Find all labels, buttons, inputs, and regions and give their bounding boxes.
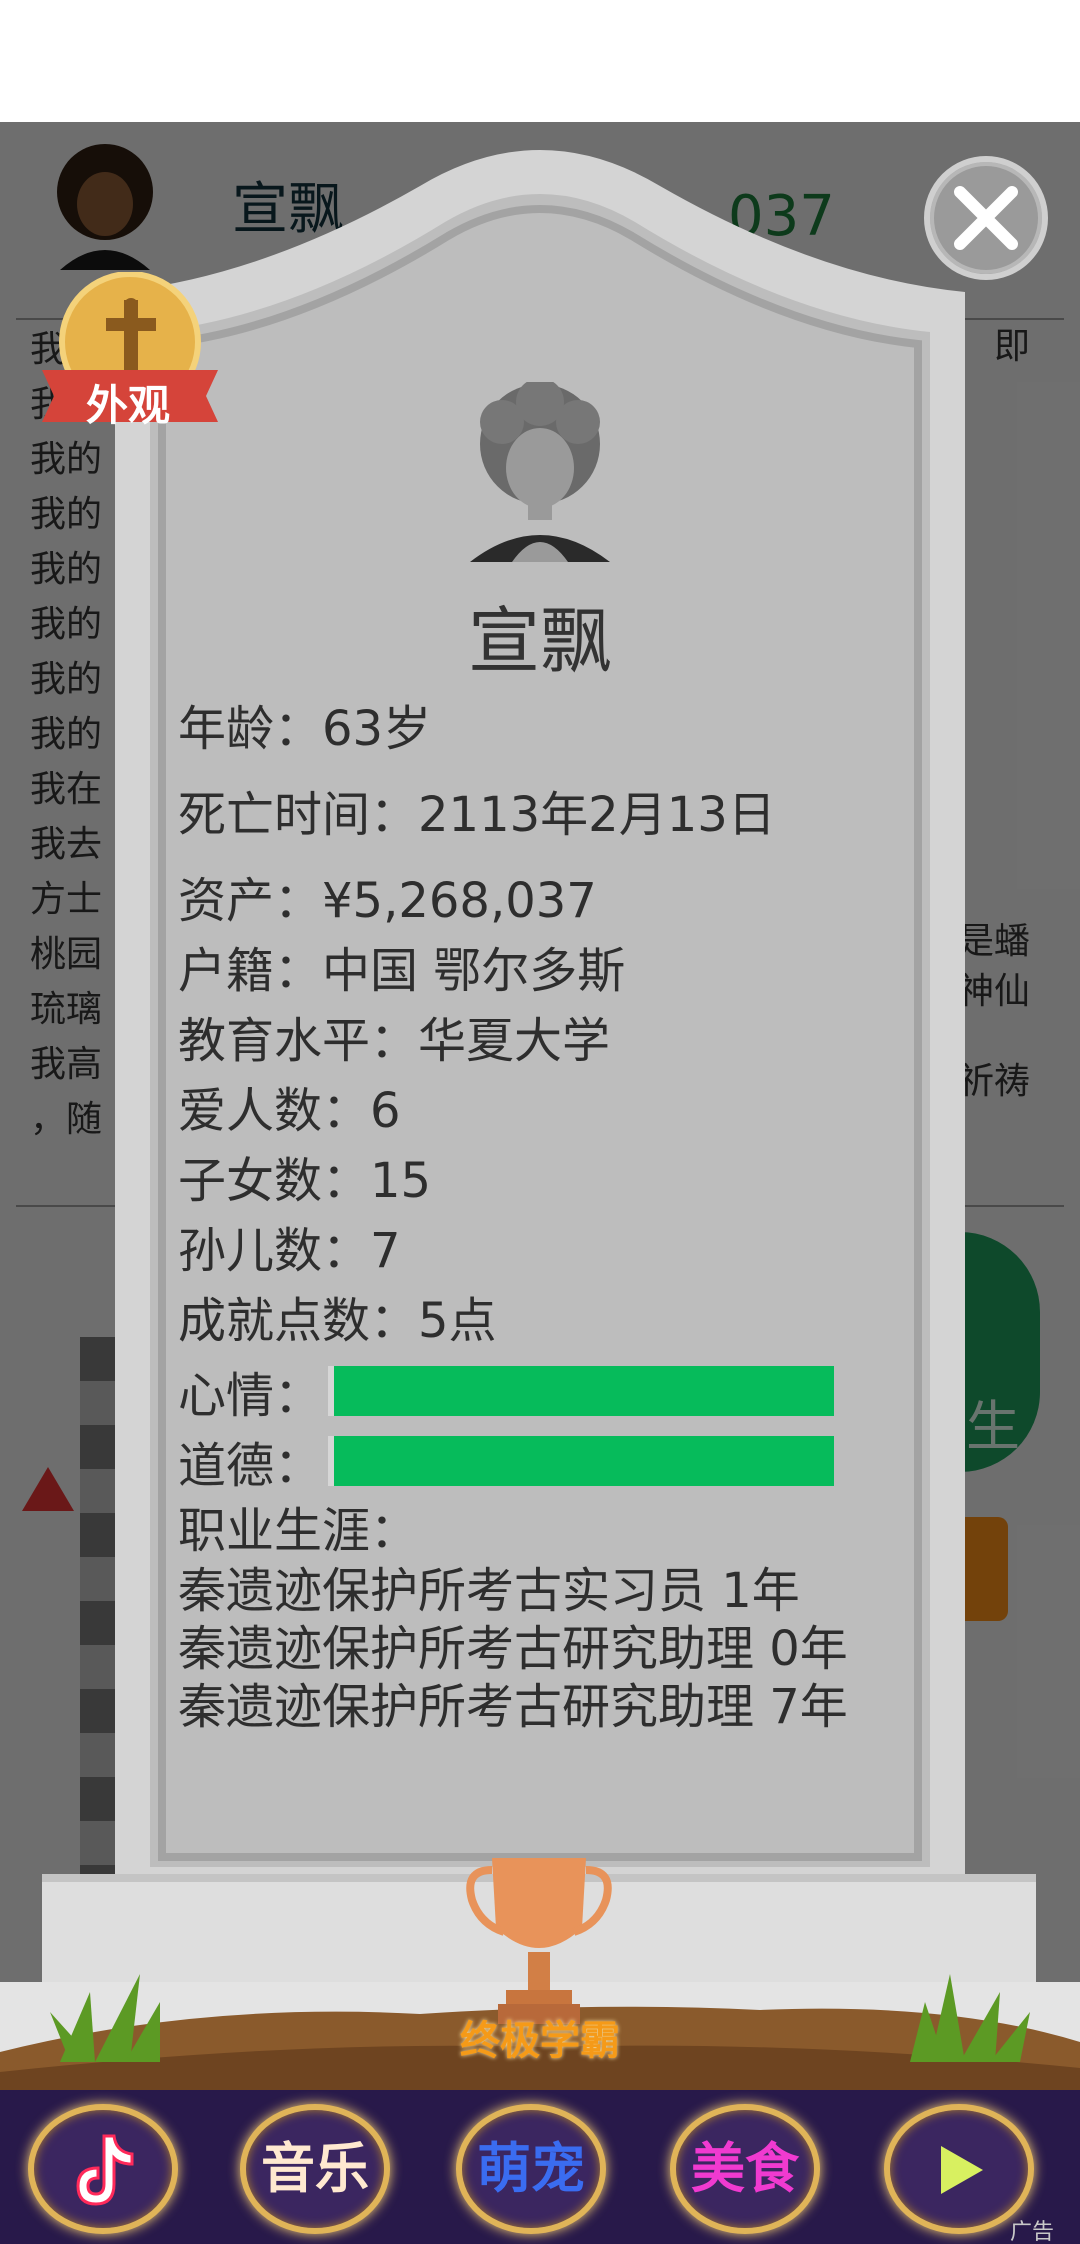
ad-bar: 音乐 萌宠 美食	[0, 2090, 1080, 2244]
ad-tag: 广告	[1010, 2220, 1055, 2244]
field-children: 子女数：15	[178, 1153, 432, 1209]
field-death-time: 死亡时间：2113年2月13日	[178, 787, 776, 843]
status-area	[0, 0, 1080, 122]
field-achievement-points: 成就点数：5点	[178, 1293, 497, 1349]
field-age: 年龄：63岁	[178, 701, 432, 757]
mood-bar-fill	[334, 1366, 834, 1416]
close-button[interactable]	[924, 156, 1048, 280]
deceased-avatar	[470, 382, 610, 562]
tombstone-modal: 宣飘 年龄：63岁 死亡时间：2113年2月13日 资产：¥5,268,037 …	[0, 122, 1080, 2090]
morality-bar-track	[328, 1436, 834, 1486]
career-item: 秦遗迹保护所考古研究助理 7年	[178, 1679, 848, 1735]
morality-bar-fill	[334, 1436, 834, 1486]
ad-button-food[interactable]: 美食	[670, 2104, 820, 2234]
app-root: 宣飘 037 我我的我的我的我的我的我的我的我在我去方士桃园琉璃我高，随 即 是…	[0, 0, 1080, 2244]
field-hukou: 户籍：中国 鄂尔多斯	[178, 943, 626, 999]
tiktok-icon	[76, 2134, 134, 2206]
field-grandchildren: 孙儿数：7	[178, 1223, 401, 1279]
field-education: 教育水平：华夏大学	[178, 1013, 611, 1069]
career-item: 秦遗迹保护所考古实习员 1年	[178, 1563, 800, 1619]
ad-button-music[interactable]: 音乐	[240, 2104, 390, 2234]
play-icon	[941, 2146, 983, 2194]
field-assets: 资产：¥5,268,037	[178, 873, 597, 929]
career-title: 职业生涯：	[178, 1503, 419, 1559]
appearance-label: 外观	[85, 381, 170, 430]
achievement-title: 终极学霸	[460, 2018, 620, 2064]
mood-bar: 心情：	[178, 1356, 918, 1426]
ad-button-tiktok[interactable]	[28, 2104, 178, 2234]
morality-bar: 道德：	[178, 1426, 918, 1496]
field-lovers: 爱人数：6	[178, 1083, 401, 1139]
mood-bar-track	[328, 1366, 834, 1416]
close-icon	[954, 186, 1018, 250]
tomb-info: 年龄：63岁 死亡时间：2113年2月13日 资产：¥5,268,037 户籍：…	[178, 694, 918, 1824]
ad-button-pets[interactable]: 萌宠	[456, 2104, 606, 2234]
career-item: 秦遗迹保护所考古研究助理 0年	[178, 1621, 848, 1677]
deceased-name: 宣飘	[467, 599, 612, 683]
